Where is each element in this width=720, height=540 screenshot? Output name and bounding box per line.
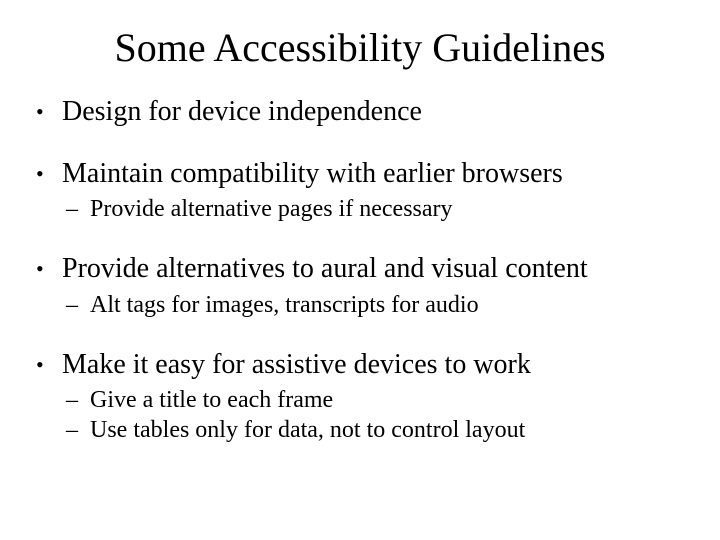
sub-bullet-text: Alt tags for images, transcripts for aud…: [90, 292, 479, 318]
sub-bullet-text: Provide alternative pages if necessary: [90, 196, 453, 222]
bullet-icon: •: [36, 252, 44, 286]
slide-title: Some Accessibility Guidelines: [34, 24, 686, 71]
dash-icon: –: [66, 194, 78, 224]
sub-list-item: – Give a title to each frame: [62, 385, 686, 415]
bullet-icon: •: [36, 348, 44, 382]
bullet-text: Provide alternatives to aural and visual…: [62, 253, 588, 284]
dash-icon: –: [66, 385, 78, 415]
sub-bullet-list: – Provide alternative pages if necessary: [62, 194, 686, 224]
bullet-text: Design for device independence: [62, 96, 422, 127]
dash-icon: –: [66, 290, 78, 320]
bullet-icon: •: [36, 157, 44, 191]
sub-bullet-text: Give a title to each frame: [90, 387, 333, 413]
list-item: • Maintain compatibility with earlier br…: [34, 157, 686, 225]
sub-bullet-list: – Give a title to each frame – Use table…: [62, 385, 686, 445]
bullet-text: Maintain compatibility with earlier brow…: [62, 158, 563, 189]
sub-bullet-list: – Alt tags for images, transcripts for a…: [62, 290, 686, 320]
list-item: • Make it easy for assistive devices to …: [34, 348, 686, 446]
sub-bullet-text: Use tables only for data, not to control…: [90, 417, 525, 443]
list-item: • Design for device independence: [34, 95, 686, 129]
bullet-list: • Design for device independence • Maint…: [34, 95, 686, 445]
bullet-icon: •: [36, 95, 44, 129]
sub-list-item: – Alt tags for images, transcripts for a…: [62, 290, 686, 320]
sub-list-item: – Use tables only for data, not to contr…: [62, 415, 686, 445]
bullet-text: Make it easy for assistive devices to wo…: [62, 349, 531, 380]
list-item: • Provide alternatives to aural and visu…: [34, 252, 686, 320]
dash-icon: –: [66, 415, 78, 445]
sub-list-item: – Provide alternative pages if necessary: [62, 194, 686, 224]
